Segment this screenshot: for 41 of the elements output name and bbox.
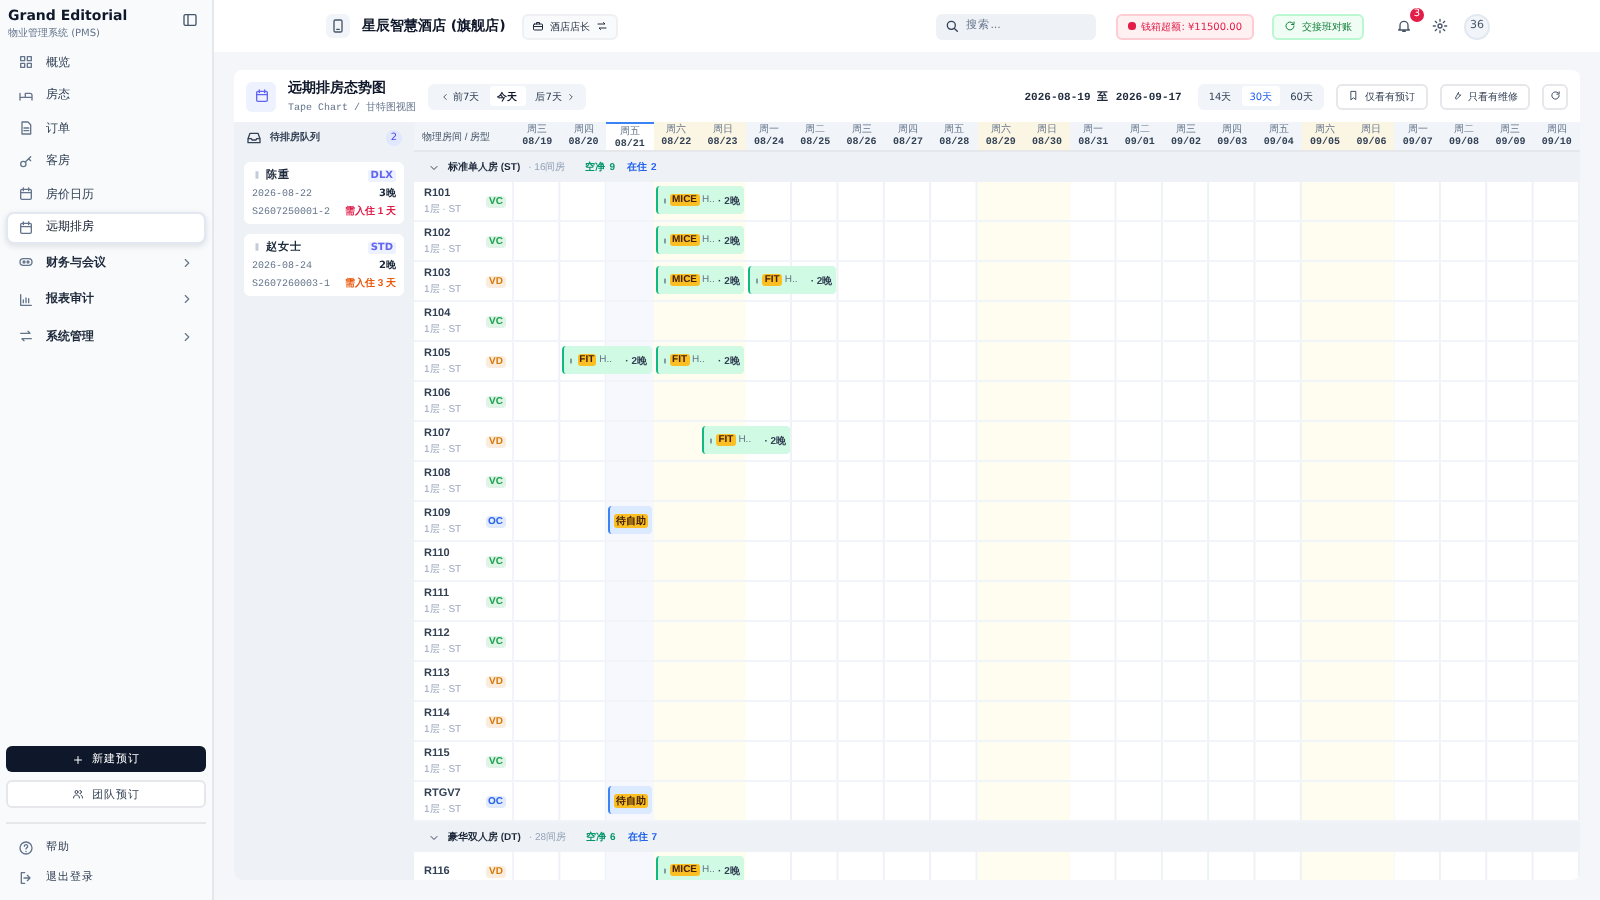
drag-handle-icon — [661, 865, 668, 875]
bar-chart-icon — [18, 291, 34, 308]
collapse-sidebar-button[interactable] — [178, 8, 202, 32]
refresh-icon — [1549, 90, 1561, 102]
settings-button[interactable] — [1428, 14, 1452, 38]
briefcase-icon — [531, 20, 544, 32]
grid-icon — [18, 54, 34, 71]
calendar-icon — [18, 186, 34, 203]
drag-handle-icon — [661, 235, 668, 245]
phone-icon — [326, 14, 350, 38]
help-icon — [18, 839, 34, 855]
chat-icon — [18, 254, 34, 271]
bell-icon — [1396, 18, 1412, 34]
bed-icon — [18, 87, 34, 104]
document-icon — [18, 120, 34, 137]
drag-handle-icon — [252, 170, 262, 180]
wrench-icon — [1451, 90, 1462, 102]
refresh-button[interactable] — [1542, 83, 1568, 109]
inbox-icon — [246, 129, 262, 145]
chevron-right-icon — [565, 91, 576, 101]
settings-icon — [1432, 18, 1448, 34]
drag-handle-icon — [252, 242, 262, 252]
calendar-icon — [18, 219, 34, 236]
drag-handle-icon — [707, 435, 714, 445]
chevron-left-icon — [439, 91, 450, 101]
swap-icon — [18, 328, 34, 345]
refresh-icon — [1284, 20, 1296, 32]
swap-icon — [595, 20, 608, 32]
drag-handle-icon — [661, 275, 668, 285]
drag-handle-icon — [661, 355, 668, 365]
people-icon — [72, 788, 84, 800]
panel-icon — [182, 12, 198, 28]
calendar-icon — [246, 81, 276, 111]
logout-icon — [18, 869, 34, 885]
plus-icon — [72, 753, 84, 765]
key-icon — [18, 153, 34, 170]
drag-handle-icon — [568, 355, 575, 365]
drag-handle-icon — [661, 195, 668, 205]
drag-handle-icon — [753, 275, 760, 285]
alert-dot — [1128, 22, 1136, 30]
bookmark-icon — [1348, 90, 1359, 102]
